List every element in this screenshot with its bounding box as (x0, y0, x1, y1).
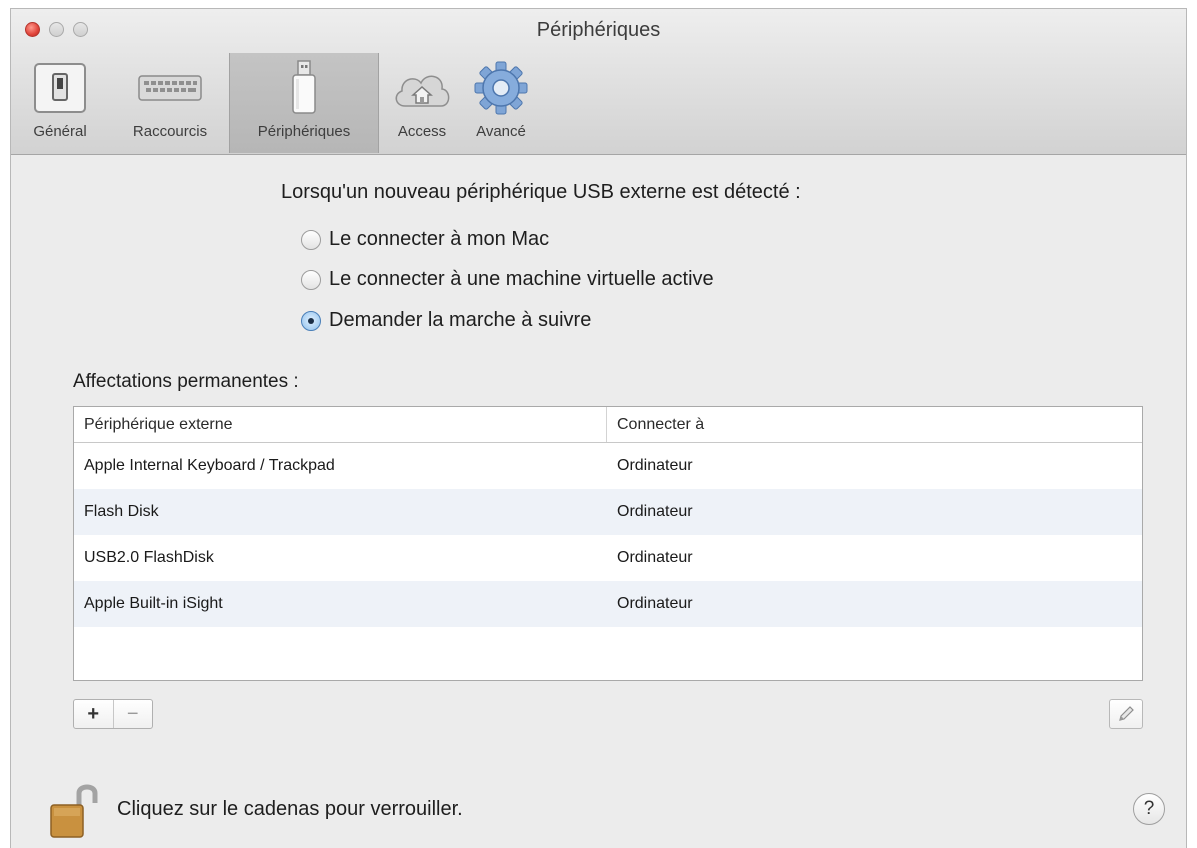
keyboard-icon (137, 59, 203, 117)
tab-general[interactable]: Général (11, 53, 109, 153)
general-switch-icon (27, 59, 93, 117)
tab-advanced[interactable]: Avancé (463, 53, 539, 153)
permanent-assignments-label: Affectations permanentes : (73, 371, 299, 392)
radio-label: Demander la marche à suivre (329, 309, 592, 331)
radio-label: Le connecter à une machine virtuelle act… (329, 268, 714, 290)
radio-connect-vm[interactable]: Le connecter à une machine virtuelle act… (301, 268, 714, 291)
add-remove-buttons: + − (73, 699, 153, 729)
tab-shortcuts-label: Raccourcis (132, 123, 208, 140)
padlock-unlocked-icon[interactable] (49, 781, 99, 838)
device-cell: Apple Built-in iSight (84, 595, 223, 612)
tab-access-label: Access (397, 123, 447, 140)
pencil-icon (1119, 706, 1134, 721)
tab-general-label: Général (33, 123, 87, 140)
tab-devices-label: Périphériques (257, 123, 351, 140)
lock-instruction-text: Cliquez sur le cadenas pour verrouiller. (117, 797, 463, 820)
radio-label: Le connecter à mon Mac (329, 228, 550, 250)
add-assignment-button[interactable]: + (74, 700, 114, 728)
window-title: Périphériques (536, 19, 661, 41)
tab-access[interactable]: Access (381, 53, 463, 153)
tab-shortcuts[interactable]: Raccourcis (111, 53, 229, 153)
radio-connect-mac[interactable]: Le connecter à mon Mac (301, 228, 549, 251)
preferences-toolbar: Général Raccourcis Périphériques Access … (11, 53, 1186, 154)
edit-assignment-button[interactable] (1109, 699, 1143, 729)
device-cell: Apple Internal Keyboard / Trackpad (84, 457, 335, 474)
radio-button[interactable] (301, 269, 321, 290)
title-bar: Périphériques Général Raccourcis Périphé… (11, 9, 1186, 155)
table-row[interactable]: Apple Built-in iSight Ordinateur (74, 581, 1142, 627)
column-header-device[interactable]: Périphérique externe (74, 407, 607, 442)
table-row[interactable]: Flash Disk Ordinateur (74, 489, 1142, 535)
preferences-window: Périphériques Général Raccourcis Périphé… (10, 8, 1187, 848)
help-button[interactable]: ? (1133, 793, 1165, 825)
remove-assignment-button[interactable]: − (114, 700, 153, 728)
table-header: Périphérique externe Connecter à (74, 407, 1142, 443)
cloud-home-icon (389, 59, 455, 117)
radio-button-selected[interactable] (301, 310, 321, 331)
device-cell: USB2.0 FlashDisk (84, 549, 214, 566)
radio-button[interactable] (301, 229, 321, 250)
target-cell[interactable]: Ordinateur (607, 457, 1142, 475)
usb-device-icon (271, 59, 337, 117)
target-cell[interactable]: Ordinateur (607, 503, 1142, 521)
radio-ask-me[interactable]: Demander la marche à suivre (301, 309, 591, 332)
column-header-connect-to[interactable]: Connecter à (607, 407, 1142, 442)
target-cell[interactable]: Ordinateur (607, 595, 1142, 613)
table-row[interactable]: USB2.0 FlashDisk Ordinateur (74, 535, 1142, 581)
device-cell: Flash Disk (84, 503, 159, 520)
usb-detection-prompt: Lorsqu'un nouveau périphérique USB exter… (281, 181, 801, 203)
assignments-table: Périphérique externe Connecter à Apple I… (73, 406, 1143, 681)
target-cell[interactable]: Ordinateur (607, 549, 1142, 567)
table-row[interactable]: Apple Internal Keyboard / Trackpad Ordin… (74, 443, 1142, 489)
lock-area: Cliquez sur le cadenas pour verrouiller. (49, 781, 463, 838)
tab-devices[interactable]: Périphériques (229, 53, 379, 153)
tab-advanced-label: Avancé (476, 123, 526, 140)
gear-icon (468, 59, 534, 117)
